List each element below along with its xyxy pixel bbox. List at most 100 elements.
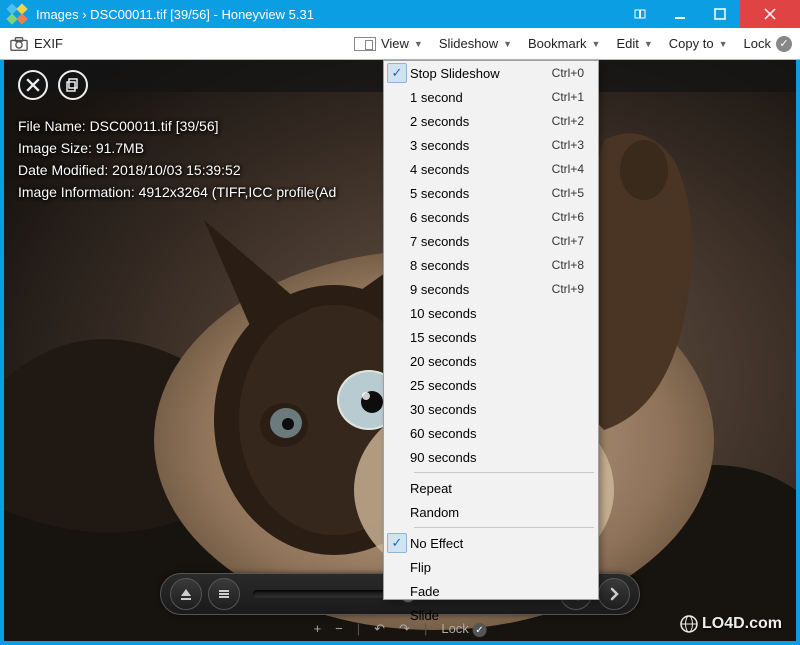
overlay-close-button[interactable] [18,70,48,100]
menu-item[interactable]: Random [384,500,598,524]
view-menu[interactable]: View ▼ [346,28,431,60]
eject-button[interactable] [170,578,202,610]
check-icon: ✓ [387,533,407,553]
menu-icon [217,587,231,601]
menu-item-label: No Effect [410,536,598,551]
edit-label: Edit [616,36,638,51]
menu-item-label: Stop Slideshow [410,66,552,81]
menu-item[interactable]: Repeat [384,476,598,500]
lock-button[interactable]: Lock ✓ [736,28,800,60]
maximize-button[interactable] [700,0,740,28]
close-icon [26,78,40,92]
menu-item-label: 15 seconds [410,330,598,345]
menu-item-label: Flip [410,560,598,575]
menu-item[interactable]: 4 secondsCtrl+4 [384,157,598,181]
menu-item-label: 20 seconds [410,354,598,369]
copyto-label: Copy to [669,36,714,51]
menu-item-label: 1 second [410,90,552,105]
slideshow-menu[interactable]: Slideshow ▼ [431,28,520,60]
exif-label: EXIF [34,36,63,51]
menu-item[interactable]: 90 seconds [384,445,598,469]
exif-button[interactable]: EXIF [0,28,73,60]
explorer-button[interactable] [620,0,660,28]
title-bar: Images › DSC00011.tif [39/56] - Honeyvie… [0,0,800,28]
chevron-down-icon: ▼ [644,39,653,49]
globe-icon [680,615,698,633]
menu-item[interactable]: 15 seconds [384,325,598,349]
menu-item[interactable]: 20 seconds [384,349,598,373]
chevron-down-icon: ▼ [414,39,423,49]
edit-menu[interactable]: Edit ▼ [608,28,660,60]
menu-item-shortcut: Ctrl+0 [552,66,598,80]
menu-item[interactable]: 30 seconds [384,397,598,421]
camera-icon [10,36,28,52]
menu-item-label: Fade [410,584,598,599]
menu-item[interactable]: 8 secondsCtrl+8 [384,253,598,277]
menu-item-shortcut: Ctrl+1 [552,90,598,104]
info-size: Image Size: 91.7MB [18,137,336,159]
menu-item[interactable]: 1 secondCtrl+1 [384,85,598,109]
minimize-button[interactable] [660,0,700,28]
info-filename: File Name: DSC00011.tif [39/56] [18,115,336,137]
menu-item[interactable]: 60 seconds [384,421,598,445]
menu-item-label: 8 seconds [410,258,552,273]
menu-item[interactable]: ✓Stop SlideshowCtrl+0 [384,61,598,85]
menu-item-label: 90 seconds [410,450,598,465]
menu-item[interactable]: ✓No Effect [384,531,598,555]
menu-item[interactable]: 5 secondsCtrl+5 [384,181,598,205]
info-date: Date Modified: 2018/10/03 15:39:52 [18,159,336,181]
menu-separator [414,472,594,473]
chevron-down-icon: ▼ [592,39,601,49]
zoom-out-button[interactable]: − [335,621,343,636]
view-label: View [381,36,409,51]
bookmark-menu[interactable]: Bookmark ▼ [520,28,608,60]
menu-item-label: 3 seconds [410,138,552,153]
menu-item[interactable]: 7 secondsCtrl+7 [384,229,598,253]
app-icon [6,3,28,25]
bookmark-label: Bookmark [528,36,587,51]
menu-item[interactable]: 25 seconds [384,373,598,397]
menu-item[interactable]: 2 secondsCtrl+2 [384,109,598,133]
menu-item-label: 25 seconds [410,378,598,393]
app-window: Images › DSC00011.tif [39/56] - Honeyvie… [0,0,800,645]
menu-item-label: 10 seconds [410,306,598,321]
menu-item-shortcut: Ctrl+8 [552,258,598,272]
menu-item-label: Repeat [410,481,598,496]
watermark-text: LO4D.com [702,615,782,633]
close-button[interactable] [740,0,800,28]
menu-item[interactable]: 3 secondsCtrl+3 [384,133,598,157]
menu-item-shortcut: Ctrl+3 [552,138,598,152]
toolbar: EXIF View ▼ Slideshow ▼ Bookmark ▼ Edit … [0,28,800,60]
chevron-down-icon: ▼ [719,39,728,49]
menu-item[interactable]: Flip [384,555,598,579]
menu-item[interactable]: 10 seconds [384,301,598,325]
slideshow-label: Slideshow [439,36,498,51]
info-dimensions: Image Information: 4912x3264 (TIFF,ICC p… [18,181,336,203]
menu-item[interactable]: 9 secondsCtrl+9 [384,277,598,301]
overlay-copy-button[interactable] [58,70,88,100]
window-title: Images › DSC00011.tif [39/56] - Honeyvie… [34,7,620,22]
menu-item[interactable]: 6 secondsCtrl+6 [384,205,598,229]
menu-item-label: 5 seconds [410,186,552,201]
next-button[interactable] [598,578,630,610]
menu-item-shortcut: Ctrl+5 [552,186,598,200]
menu-button[interactable] [208,578,240,610]
zoom-in-button[interactable]: + [314,621,322,636]
menu-item-label: 60 seconds [410,426,598,441]
slideshow-dropdown: ✓Stop SlideshowCtrl+01 secondCtrl+12 sec… [383,60,599,600]
menu-item-label: Slide [410,608,598,623]
copy-icon [66,78,80,92]
menu-item[interactable]: Slide [384,603,598,627]
menu-item-shortcut: Ctrl+7 [552,234,598,248]
menu-item-shortcut: Ctrl+4 [552,162,598,176]
check-icon: ✓ [776,36,792,52]
menu-item-label: 4 seconds [410,162,552,177]
watermark: LO4D.com [680,615,782,633]
menu-item[interactable]: Fade [384,579,598,603]
eject-icon [179,587,193,601]
view-icon [354,37,376,51]
menu-item-shortcut: Ctrl+6 [552,210,598,224]
menu-item-label: 2 seconds [410,114,552,129]
image-info-overlay: File Name: DSC00011.tif [39/56] Image Si… [18,115,336,203]
copyto-menu[interactable]: Copy to ▼ [661,28,736,60]
